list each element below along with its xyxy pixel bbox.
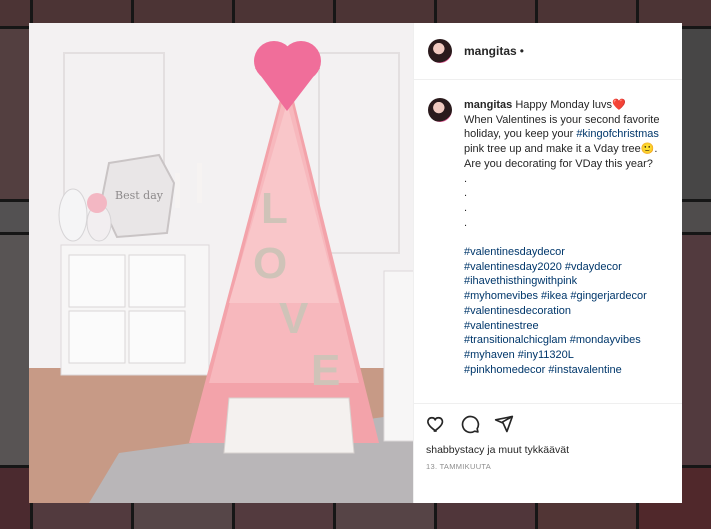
tree-letter-e: E <box>311 346 340 395</box>
caption-area: mangitas Happy Monday luvs❤️ When Valent… <box>414 80 682 403</box>
post-date[interactable]: 13. TAMMIKUUTA <box>426 462 670 471</box>
caption-username[interactable]: mangitas <box>464 99 512 111</box>
tree-letter-l: L <box>261 184 288 233</box>
hashtag-line[interactable]: #myhaven #iny11320L <box>464 349 574 361</box>
likes-text[interactable]: shabbystacy ja muut tykkäävät <box>426 444 670 456</box>
hashtag-line[interactable]: #valentinesdaydecor <box>464 246 565 258</box>
share-icon[interactable] <box>494 414 514 434</box>
username-link[interactable]: mangitas <box>464 44 517 58</box>
hashtag-line[interactable]: #valentinesdecoration <box>464 305 571 317</box>
post-modal: Best day L O V E mangitas • mangitas Hap… <box>29 23 682 503</box>
post-actions: shabbystacy ja muut tykkäävät 13. TAMMIK… <box>414 403 682 503</box>
post-side-panel: mangitas • mangitas Happy Monday luvs❤️ … <box>413 23 682 503</box>
hashtag-line[interactable]: #ihavethisthingwithpink <box>464 275 577 287</box>
hashtag-line[interactable]: #transitionalchicglam #mondayvibes <box>464 334 641 346</box>
avatar[interactable] <box>428 98 452 122</box>
post-photo: Best day L O V E <box>29 23 413 503</box>
tree-letter-o: O <box>253 239 287 288</box>
hashtag-line[interactable]: #myhomevibes #ikea #gingerjardecor <box>464 290 647 302</box>
hashtag-line[interactable]: #valentinestree <box>464 320 539 332</box>
tree-letter-v: V <box>279 294 309 343</box>
hashtag-line[interactable]: #valentinesday2020 #vdaydecor <box>464 261 622 273</box>
post-header: mangitas • <box>414 23 682 80</box>
comment-icon[interactable] <box>460 414 480 434</box>
caption: mangitas Happy Monday luvs❤️ When Valent… <box>464 98 668 403</box>
avatar[interactable] <box>428 39 452 63</box>
follow-dot: • <box>519 44 524 58</box>
pink-tree-illustration: Best day L O V E <box>29 23 413 503</box>
hashtag-link[interactable]: #kingofchristmas <box>576 128 659 140</box>
caption-text-2: pink tree up and make it a Vday tree🙂. A… <box>464 143 658 229</box>
heart-icon[interactable] <box>426 414 446 434</box>
hashtag-line[interactable]: #pinkhomedecor #instavalentine <box>464 364 622 376</box>
mirror-sign-text: Best day <box>115 189 164 202</box>
